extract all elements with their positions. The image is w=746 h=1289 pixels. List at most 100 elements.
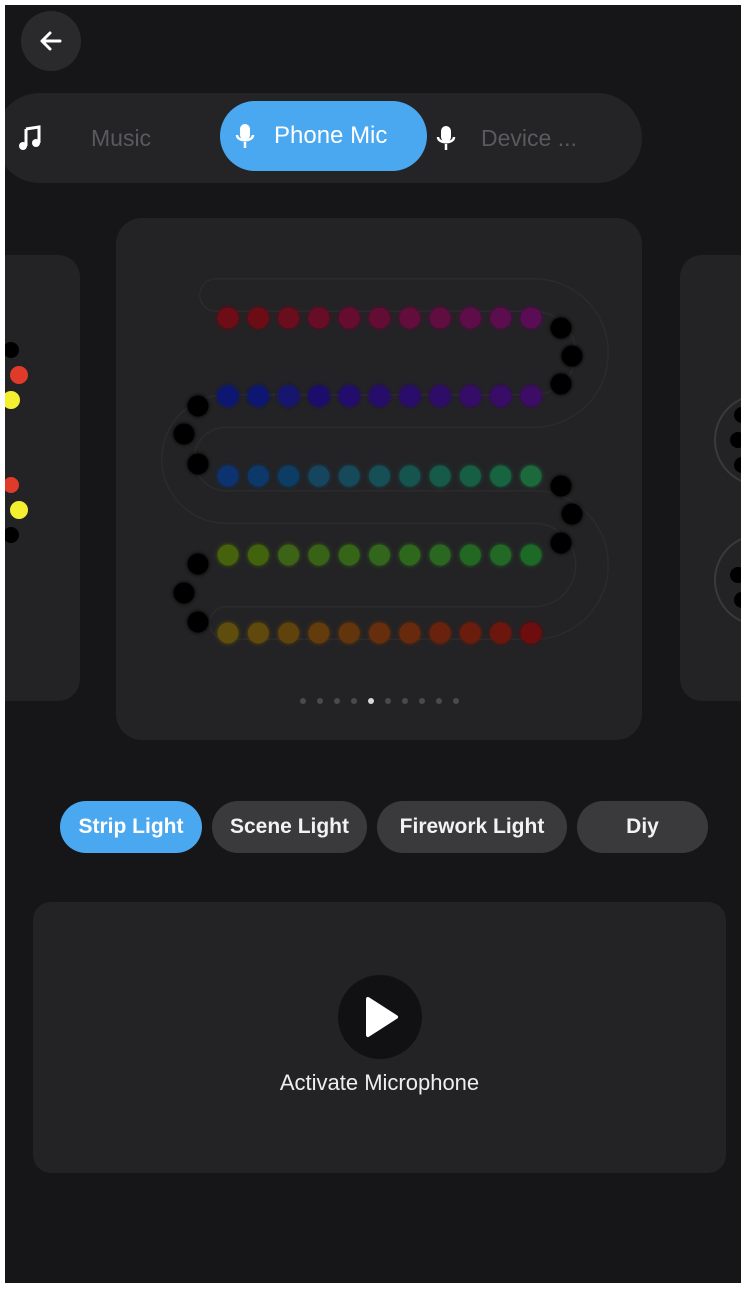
led-dot xyxy=(278,385,300,407)
led-dot xyxy=(187,395,209,417)
led-dot xyxy=(399,544,421,566)
led-dot xyxy=(217,385,239,407)
led-dot xyxy=(247,465,269,487)
led-dot xyxy=(247,385,269,407)
led-dot xyxy=(459,465,481,487)
effect-card-current[interactable] xyxy=(116,218,642,740)
led-dot xyxy=(173,582,195,604)
tab-strip-light[interactable]: Strip Light xyxy=(60,801,202,853)
led-dot xyxy=(247,307,269,329)
led-dot xyxy=(520,465,542,487)
led-dot xyxy=(308,465,330,487)
led-dot xyxy=(173,423,195,445)
source-device-label: Device ... xyxy=(481,124,577,151)
led-dot xyxy=(308,385,330,407)
led-dot xyxy=(490,307,512,329)
led-dot xyxy=(550,475,572,497)
arrow-left-icon xyxy=(40,31,62,51)
led-dot xyxy=(369,465,390,487)
led-dot xyxy=(308,622,330,644)
source-music[interactable]: Music xyxy=(17,93,151,183)
microphone-panel: Activate Microphone xyxy=(33,902,726,1173)
effect-card-next[interactable] xyxy=(680,255,741,701)
led-strip-preview xyxy=(161,278,609,644)
led-dot xyxy=(369,544,390,566)
source-phone-mic-label: Phone Mic xyxy=(274,122,388,149)
microphone-icon xyxy=(435,124,457,152)
led-dot xyxy=(520,385,542,407)
led-dot xyxy=(338,385,360,407)
led-dot xyxy=(338,465,360,487)
led-dot xyxy=(278,622,300,644)
page-dot[interactable] xyxy=(401,698,408,704)
led-dot xyxy=(369,622,390,644)
led-dot xyxy=(369,385,390,407)
led-dot xyxy=(459,307,481,329)
play-icon xyxy=(366,997,398,1037)
led-dot xyxy=(217,622,239,644)
audio-source-selector: Music Phone Mic Device ... xyxy=(5,93,642,183)
back-button[interactable] xyxy=(21,11,81,71)
activate-microphone-label: Activate Microphone xyxy=(279,1070,480,1095)
led-dot xyxy=(187,553,209,575)
tab-scene-light[interactable]: Scene Light xyxy=(212,801,367,853)
led-dot xyxy=(520,622,542,644)
led-dot xyxy=(429,622,451,644)
led-dot xyxy=(490,544,512,566)
page-dot[interactable] xyxy=(316,698,323,704)
led-dot xyxy=(369,307,390,329)
led-dot xyxy=(550,317,572,339)
led-dot xyxy=(308,307,330,329)
led-dot xyxy=(217,465,239,487)
led-dot xyxy=(217,307,239,329)
led-dot xyxy=(399,385,421,407)
led-dot xyxy=(459,622,481,644)
led-dot xyxy=(490,465,512,487)
led-dot xyxy=(278,307,300,329)
page-dot[interactable] xyxy=(384,698,391,704)
led-dot xyxy=(187,611,209,633)
led-dot xyxy=(490,622,512,644)
led-dot xyxy=(561,503,583,525)
effect-card-previous[interactable] xyxy=(5,255,80,701)
tab-diy[interactable]: Diy xyxy=(577,801,708,853)
led-dot xyxy=(429,307,451,329)
page-dot[interactable] xyxy=(350,698,357,704)
page-dot[interactable] xyxy=(333,698,340,704)
page-dot[interactable] xyxy=(299,698,306,704)
page-dot[interactable] xyxy=(452,698,459,704)
page-dot[interactable] xyxy=(435,698,442,704)
source-phone-mic[interactable]: Phone Mic xyxy=(220,101,427,171)
activate-microphone-button[interactable] xyxy=(338,975,422,1059)
led-dot xyxy=(338,622,360,644)
led-dot xyxy=(247,622,269,644)
light-type-tabs: Strip Light Scene Light Firework Light D… xyxy=(60,801,708,853)
led-dot xyxy=(308,544,330,566)
led-dot xyxy=(550,373,572,395)
led-dot xyxy=(399,465,421,487)
app-screen: Music Phone Mic Device ... Strip Light S… xyxy=(5,5,741,1283)
source-device-mic[interactable]: Device ... xyxy=(435,93,577,183)
led-dot xyxy=(459,385,481,407)
led-dot xyxy=(217,544,239,566)
led-dot xyxy=(278,544,300,566)
led-dot xyxy=(520,544,542,566)
led-dot xyxy=(429,465,451,487)
led-dot xyxy=(520,307,542,329)
microphone-icon xyxy=(234,122,256,150)
page-dot[interactable] xyxy=(367,698,374,704)
led-dot xyxy=(338,544,360,566)
led-dot xyxy=(561,345,583,367)
led-dot xyxy=(459,544,481,566)
led-dot xyxy=(429,385,451,407)
led-dot xyxy=(550,532,572,554)
led-dot xyxy=(399,622,421,644)
tab-firework-light[interactable]: Firework Light xyxy=(377,801,567,853)
led-dot xyxy=(278,465,300,487)
music-note-icon xyxy=(17,125,43,151)
page-dot[interactable] xyxy=(418,698,425,704)
led-dot xyxy=(429,544,451,566)
led-dot xyxy=(187,453,209,475)
led-dot xyxy=(247,544,269,566)
carousel-page-indicator[interactable] xyxy=(116,698,642,704)
